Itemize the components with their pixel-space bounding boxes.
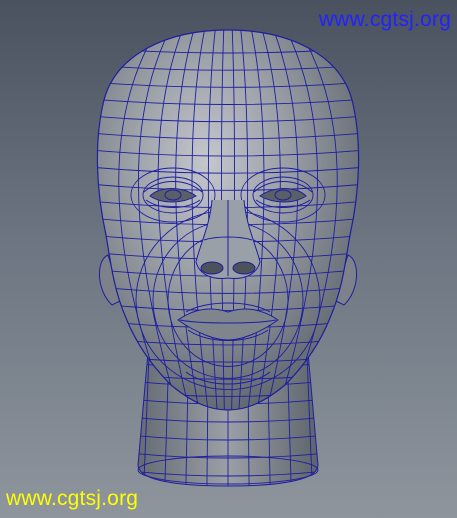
watermark-top: www.cgtsj.org — [318, 8, 451, 31]
viewport[interactable]: www.cgtsj.org www.cgtsj.org — [0, 0, 457, 518]
watermark-bottom: www.cgtsj.org — [6, 487, 139, 510]
head-mesh-model[interactable] — [0, 0, 457, 518]
